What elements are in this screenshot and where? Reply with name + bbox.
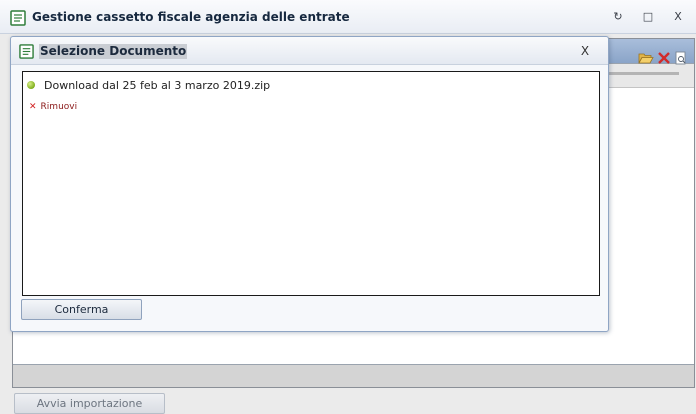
background-toolbar <box>638 51 688 68</box>
refresh-icon[interactable]: ↻ <box>610 9 626 25</box>
remove-link[interactable]: ✕ Rimuovi <box>29 102 77 112</box>
dialog-title: Selezione Documento <box>39 44 188 59</box>
search-document-icon[interactable] <box>674 51 688 68</box>
start-import-button[interactable]: Avvia importazione <box>14 393 165 414</box>
open-folder-icon[interactable] <box>638 51 654 68</box>
confirm-button[interactable]: Conferma <box>21 299 142 320</box>
file-name: Download dal 25 feb al 3 marzo 2019.zip <box>44 78 271 92</box>
list-item[interactable]: Download dal 25 feb al 3 marzo 2019.zip <box>27 78 270 92</box>
document-list-icon <box>19 44 34 62</box>
document-list-icon <box>10 10 26 29</box>
window-titlebar: Gestione cassetto fiscale agenzia delle … <box>0 0 696 34</box>
dialog-close-button[interactable]: X <box>578 44 592 58</box>
maximize-button[interactable]: □ <box>640 9 656 25</box>
file-list: Download dal 25 feb al 3 marzo 2019.zip … <box>22 71 600 296</box>
window-close-button[interactable]: X <box>670 9 686 25</box>
delete-icon[interactable] <box>657 51 671 68</box>
remove-label: Rimuovi <box>40 102 78 112</box>
status-dot-icon <box>27 81 35 89</box>
main-window: Gestione cassetto fiscale agenzia delle … <box>0 0 696 414</box>
window-title: Gestione cassetto fiscale agenzia delle … <box>32 10 350 24</box>
document-selection-dialog: Selezione Documento X Download dal 25 fe… <box>10 36 609 332</box>
dialog-titlebar: Selezione Documento X <box>11 37 608 65</box>
remove-icon: ✕ <box>29 102 37 112</box>
